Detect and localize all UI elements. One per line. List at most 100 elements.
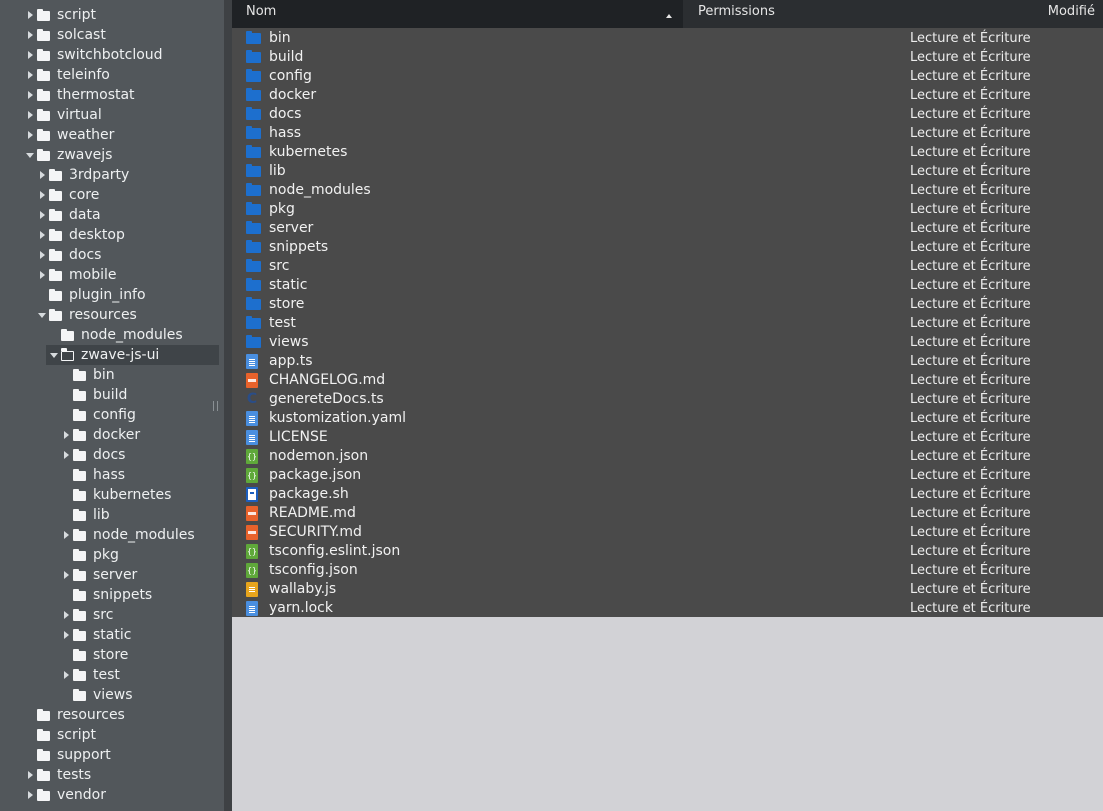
tree-item[interactable]: plugin_info [0, 285, 224, 305]
file-row[interactable]: kustomization.yaml Lecture et Écriture [232, 409, 1103, 428]
file-row[interactable]: src Lecture et Écriture [232, 257, 1103, 276]
tree-item[interactable]: static [0, 625, 224, 645]
tree-item[interactable]: zwave-js-ui [46, 345, 219, 365]
tree-item[interactable]: docs [0, 245, 224, 265]
tree-item[interactable]: snippets [0, 585, 224, 605]
tree-item[interactable]: build [0, 385, 224, 405]
expand-toggle-icon[interactable] [60, 429, 72, 441]
tree-item[interactable]: bin [0, 365, 224, 385]
file-row[interactable]: snippets Lecture et Écriture [232, 238, 1103, 257]
tree-item[interactable]: kubernetes [0, 485, 224, 505]
tree-item[interactable]: docs [0, 445, 224, 465]
expand-toggle-icon[interactable] [24, 9, 36, 21]
file-row[interactable]: lib Lecture et Écriture [232, 162, 1103, 181]
tree-item[interactable]: data [0, 205, 224, 225]
expand-toggle-icon[interactable] [36, 229, 48, 241]
folder-tree-sidebar[interactable]: script solcast switchbotcloud teleinfo therm… [0, 0, 224, 811]
expand-toggle-icon[interactable] [60, 629, 72, 641]
tree-item[interactable]: lib [0, 505, 224, 525]
tree-item[interactable]: store [0, 645, 224, 665]
collapse-toggle-icon[interactable] [48, 349, 60, 361]
file-row[interactable]: {} tsconfig.json Lecture et Écriture [232, 561, 1103, 580]
file-row[interactable]: build Lecture et Écriture [232, 48, 1103, 67]
expand-toggle-icon[interactable] [36, 249, 48, 261]
file-list-empty-area[interactable] [232, 617, 1103, 811]
expand-toggle-icon[interactable] [36, 269, 48, 281]
tree-item[interactable]: virtual [0, 105, 224, 125]
tree-item[interactable]: weather [0, 125, 224, 145]
file-row[interactable]: static Lecture et Écriture [232, 276, 1103, 295]
tree-item[interactable]: src [0, 605, 224, 625]
file-row[interactable]: package.sh Lecture et Écriture [232, 485, 1103, 504]
expand-toggle-icon[interactable] [24, 109, 36, 121]
expand-toggle-icon[interactable] [24, 49, 36, 61]
file-row[interactable]: node_modules Lecture et Écriture [232, 181, 1103, 200]
expand-toggle-icon[interactable] [60, 669, 72, 681]
expand-toggle-icon[interactable] [24, 89, 36, 101]
expand-toggle-icon[interactable] [60, 449, 72, 461]
expand-toggle-icon[interactable] [24, 29, 36, 41]
tree-item[interactable]: vendor [0, 785, 224, 805]
tree-item[interactable]: mobile [0, 265, 224, 285]
file-row[interactable]: SECURITY.md Lecture et Écriture [232, 523, 1103, 542]
column-header-permissions[interactable]: Permissions [698, 4, 775, 19]
expand-toggle-icon[interactable] [24, 769, 36, 781]
tree-item[interactable]: server [0, 565, 224, 585]
expand-toggle-icon[interactable] [36, 189, 48, 201]
tree-item[interactable]: pkg [0, 545, 224, 565]
tree-item[interactable]: resources [0, 705, 224, 725]
file-row[interactable]: docs Lecture et Écriture [232, 105, 1103, 124]
file-row[interactable]: {} tsconfig.eslint.json Lecture et Écritur… [232, 542, 1103, 561]
tree-item[interactable]: tests [0, 765, 224, 785]
file-row[interactable]: server Lecture et Écriture [232, 219, 1103, 238]
expand-toggle-icon[interactable] [24, 789, 36, 801]
file-row[interactable]: kubernetes Lecture et Écriture [232, 143, 1103, 162]
tree-item[interactable]: desktop [0, 225, 224, 245]
file-row[interactable]: test Lecture et Écriture [232, 314, 1103, 333]
tree-item[interactable]: hass [0, 465, 224, 485]
tree-item[interactable]: 3rdparty [0, 165, 224, 185]
file-row[interactable]: LICENSE Lecture et Écriture [232, 428, 1103, 447]
tree-item[interactable]: zwavejs [0, 145, 224, 165]
file-row[interactable]: {} package.json Lecture et Écriture [232, 466, 1103, 485]
file-row[interactable]: yarn.lock Lecture et Écriture [232, 599, 1103, 618]
file-row[interactable]: wallaby.js Lecture et Écriture [232, 580, 1103, 599]
file-row[interactable]: docker Lecture et Écriture [232, 86, 1103, 105]
expand-toggle-icon[interactable] [60, 609, 72, 621]
collapse-toggle-icon[interactable] [24, 149, 36, 161]
tree-item[interactable]: test [0, 665, 224, 685]
tree-item[interactable]: solcast [0, 25, 224, 45]
expand-toggle-icon[interactable] [36, 169, 48, 181]
file-row[interactable]: README.md Lecture et Écriture [232, 504, 1103, 523]
tree-item[interactable]: script [0, 725, 224, 745]
file-row[interactable]: CgenereteDocs.ts Lecture et Écriture [232, 390, 1103, 409]
tree-item[interactable]: resources [0, 305, 224, 325]
tree-item[interactable]: node_modules [0, 525, 224, 545]
collapse-toggle-icon[interactable] [36, 309, 48, 321]
expand-toggle-icon[interactable] [24, 129, 36, 141]
file-row[interactable]: bin Lecture et Écriture [232, 29, 1103, 48]
file-row[interactable]: config Lecture et Écriture [232, 67, 1103, 86]
tree-item[interactable]: docker [0, 425, 224, 445]
resize-grip-icon[interactable] [213, 401, 218, 411]
tree-item[interactable]: teleinfo [0, 65, 224, 85]
file-row[interactable]: hass Lecture et Écriture [232, 124, 1103, 143]
tree-item[interactable]: switchbotcloud [0, 45, 224, 65]
file-row[interactable]: store Lecture et Écriture [232, 295, 1103, 314]
expand-toggle-icon[interactable] [24, 69, 36, 81]
file-row[interactable]: pkg Lecture et Écriture [232, 200, 1103, 219]
expand-toggle-icon[interactable] [60, 569, 72, 581]
expand-toggle-icon[interactable] [60, 529, 72, 541]
column-header-modified[interactable]: Modifié [1048, 4, 1095, 19]
file-row[interactable]: app.ts Lecture et Écriture [232, 352, 1103, 371]
expand-toggle-icon[interactable] [36, 209, 48, 221]
tree-item[interactable]: config [0, 405, 224, 425]
file-row[interactable]: views Lecture et Écriture [232, 333, 1103, 352]
tree-item[interactable]: core [0, 185, 224, 205]
file-row[interactable]: {} nodemon.json Lecture et Écriture [232, 447, 1103, 466]
tree-item[interactable]: thermostat [0, 85, 224, 105]
tree-item[interactable]: node_modules [0, 325, 224, 345]
sidebar-splitter[interactable] [224, 0, 232, 811]
file-row[interactable]: CHANGELOG.md Lecture et Écriture [232, 371, 1103, 390]
tree-item[interactable]: script [0, 5, 224, 25]
